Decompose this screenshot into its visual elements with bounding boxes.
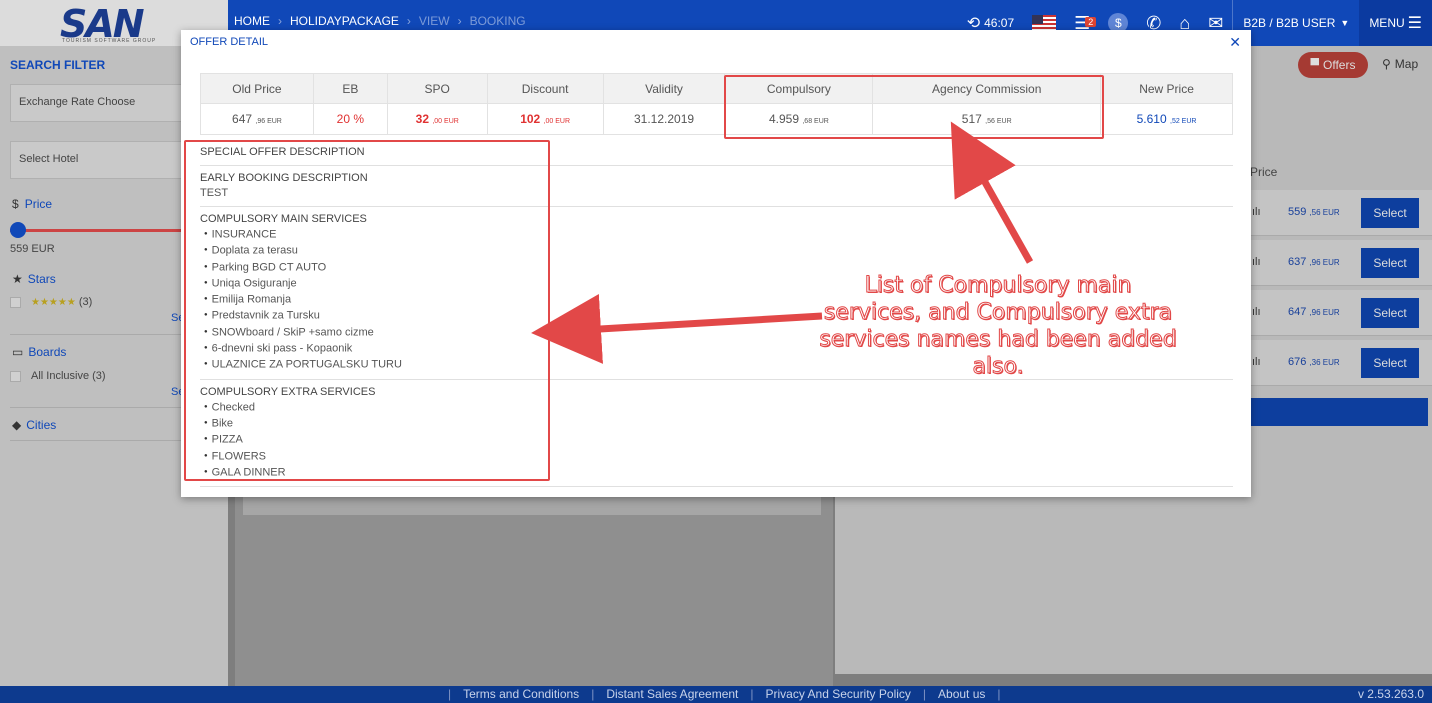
- terms-link[interactable]: Terms and Conditions: [463, 687, 579, 701]
- cities-filter-label[interactable]: ◆ Cities: [12, 418, 56, 432]
- breadcrumb-home[interactable]: HOME: [234, 14, 270, 28]
- privacy-link[interactable]: Privacy And Security Policy: [766, 687, 911, 701]
- stars-option[interactable]: ★★★★★ (3): [10, 296, 92, 308]
- chart-icon[interactable]: ılı: [1252, 356, 1261, 368]
- result-price: 676 ,36 EUR: [1288, 356, 1340, 368]
- modal-title: OFFER DETAIL: [190, 36, 269, 48]
- result-price: 559 ,56 EUR: [1288, 206, 1340, 218]
- column-header-new-price: New Price: [1100, 73, 1233, 104]
- user-name: B2B / B2B USER: [1243, 16, 1336, 30]
- result-row: ılı 559 ,56 EUR Select: [1250, 190, 1432, 236]
- chevron-down-icon: ▼: [1340, 18, 1350, 28]
- column-header-eb: EB: [312, 73, 388, 104]
- footer: | Terms and Conditions | Distant Sales Ag…: [0, 686, 1432, 703]
- select-button[interactable]: Select: [1361, 298, 1419, 328]
- old-price-cell: 647 ,96 EUR: [200, 103, 314, 135]
- breadcrumb: HOME › HOLIDAYPACKAGE › VIEW › BOOKING: [234, 14, 526, 28]
- bed-icon: ▭: [12, 345, 24, 359]
- search-filter-title: SEARCH FILTER: [10, 58, 106, 72]
- breadcrumb-holidaypackage[interactable]: HOLIDAYPACKAGE: [290, 14, 399, 28]
- offers-icon: ▀: [1310, 58, 1320, 72]
- price-min-value: 559 EUR: [10, 243, 55, 255]
- discount-cell: 102 ,00 EUR: [486, 103, 604, 135]
- checkbox[interactable]: [10, 296, 21, 308]
- chart-icon[interactable]: ılı: [1252, 306, 1261, 318]
- version-label: v 2.53.263.0: [1357, 687, 1424, 701]
- map-link[interactable]: ⚲ Map: [1382, 57, 1418, 71]
- hamburger-icon: ☰: [1407, 15, 1422, 32]
- menu-label: MENU: [1369, 16, 1405, 30]
- price-slider-handle[interactable]: [10, 222, 26, 238]
- new-price-cell: 5.610 ,52 EUR: [1100, 103, 1233, 135]
- spo-cell: 32 ,00 EUR: [386, 103, 488, 135]
- annotation-box-compulsory-columns: [724, 75, 1104, 139]
- result-price: 647 ,96 EUR: [1288, 306, 1340, 318]
- select-button[interactable]: Select: [1361, 248, 1419, 278]
- annotation-note: List of Compulsory main services, and Co…: [819, 273, 1177, 380]
- column-header-validity: Validity: [602, 73, 726, 104]
- price-column-header: Price: [1250, 165, 1278, 179]
- column-header-discount: Discount: [486, 73, 604, 104]
- validity-cell: 31.12.2019: [602, 103, 726, 135]
- dollar-icon: $: [12, 197, 19, 211]
- select-button[interactable]: Select: [1361, 198, 1419, 228]
- chart-icon[interactable]: ılı: [1252, 206, 1261, 218]
- eb-cell: 20 %: [312, 103, 388, 135]
- boards-filter-label[interactable]: ▭ Boards: [12, 345, 66, 359]
- location-diamond-icon: ◆: [12, 418, 22, 432]
- price-filter-label[interactable]: $ Price: [12, 197, 52, 211]
- breadcrumb-booking[interactable]: BOOKING: [470, 14, 526, 28]
- timer-value: 46:07: [984, 16, 1015, 30]
- user-dropdown[interactable]: B2B / B2B USER ▼: [1232, 0, 1359, 46]
- about-link[interactable]: About us: [938, 687, 985, 701]
- results-action-bar[interactable]: [1250, 398, 1428, 426]
- menu-button[interactable]: MENU ☰: [1359, 0, 1432, 46]
- breadcrumb-view[interactable]: VIEW: [419, 14, 450, 28]
- distant-sales-link[interactable]: Distant Sales Agreement: [606, 687, 738, 701]
- select-button[interactable]: Select: [1361, 348, 1419, 378]
- boards-option[interactable]: All Inclusive (3): [10, 370, 106, 382]
- offers-button[interactable]: ▀ Offers: [1298, 52, 1368, 78]
- star-icon: ★: [12, 272, 23, 286]
- five-stars-icon: ★★★★★: [31, 297, 76, 308]
- stars-filter-label[interactable]: ★ Stars: [12, 272, 56, 286]
- footer-links: | Terms and Conditions | Distant Sales Ag…: [448, 687, 1001, 701]
- column-header-spo: SPO: [386, 73, 488, 104]
- column-header-old-price: Old Price: [200, 73, 314, 104]
- close-icon[interactable]: ✕: [1229, 34, 1241, 51]
- annotation-box-service-lists: [184, 140, 550, 481]
- logo-subtitle: TOURISM SOFTWARE GROUP: [62, 38, 157, 44]
- result-row: ılı 647 ,96 EUR Select: [1250, 290, 1432, 336]
- checkbox[interactable]: [10, 370, 21, 382]
- result-price: 637 ,96 EUR: [1288, 256, 1340, 268]
- result-row: ılı 676 ,36 EUR Select: [1250, 340, 1432, 386]
- language-flag-icon[interactable]: [1032, 15, 1057, 31]
- cart-count-badge: 2: [1085, 16, 1097, 27]
- chart-icon[interactable]: ılı: [1252, 256, 1261, 268]
- result-row: ılı 637 ,96 EUR Select: [1250, 240, 1432, 286]
- map-pin-icon: ⚲: [1382, 57, 1391, 71]
